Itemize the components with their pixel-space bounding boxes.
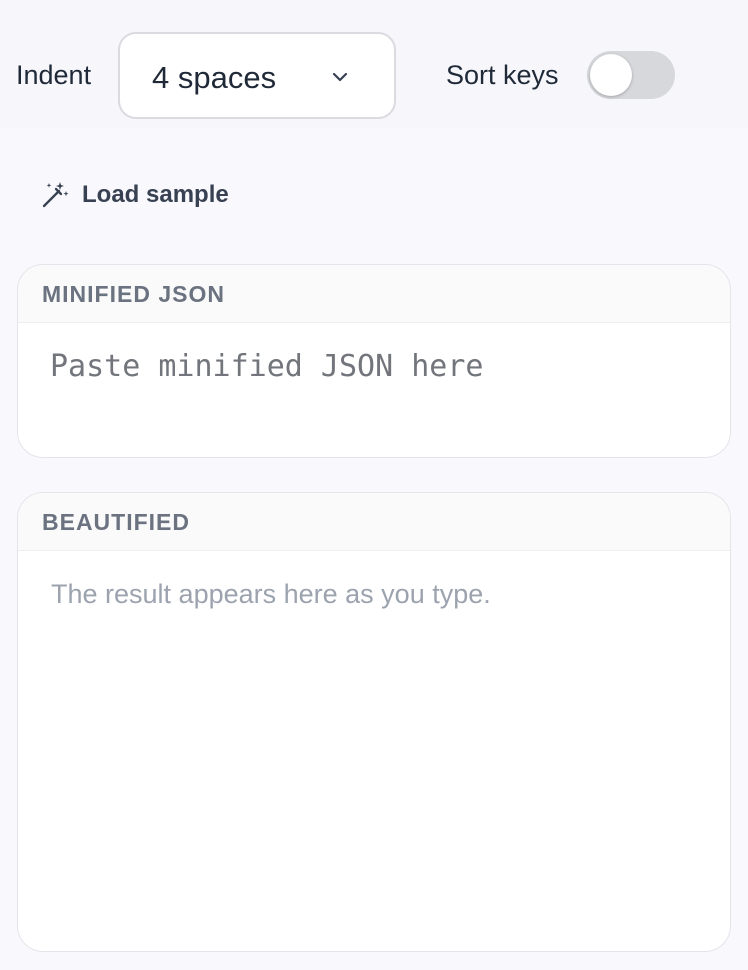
load-sample-button[interactable]: Load sample xyxy=(40,178,229,212)
magic-wand-icon xyxy=(42,182,69,208)
chevron-down-icon xyxy=(332,72,348,82)
indent-select-value: 4 spaces xyxy=(152,60,277,95)
indent-select[interactable]: 4 spaces xyxy=(118,32,396,119)
sort-keys-toggle[interactable] xyxy=(587,51,675,99)
json-beautifier-page: Indent 4 spaces Sort keys Load sample MI… xyxy=(0,0,748,970)
load-sample-label: Load sample xyxy=(82,181,229,208)
minified-json-input[interactable] xyxy=(18,323,730,457)
indent-label: Indent xyxy=(16,60,92,90)
toggle-knob xyxy=(590,54,632,96)
sort-keys-label: Sort keys xyxy=(446,60,559,90)
beautified-header: BEAUTIFIED xyxy=(18,493,730,551)
beautified-placeholder: The result appears here as you type. xyxy=(51,579,491,609)
beautified-output: The result appears here as you type. xyxy=(18,551,730,638)
beautified-panel: BEAUTIFIED The result appears here as yo… xyxy=(17,492,731,952)
minified-json-header: MINIFIED JSON xyxy=(18,265,730,323)
beautified-title: BEAUTIFIED xyxy=(42,509,190,535)
minified-json-title: MINIFIED JSON xyxy=(42,281,225,307)
options-toolbar: Indent 4 spaces Sort keys xyxy=(0,0,748,128)
minified-json-panel: MINIFIED JSON xyxy=(17,264,731,458)
